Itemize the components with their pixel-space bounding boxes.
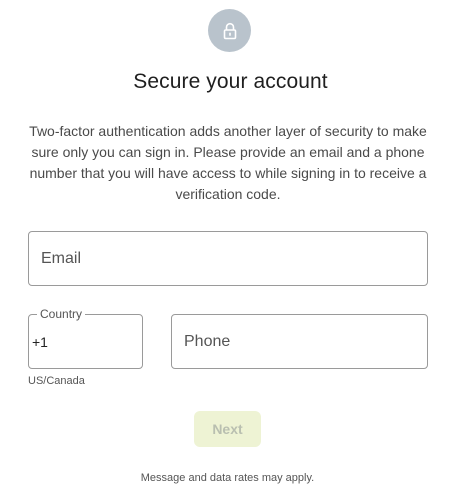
country-select[interactable]: Country +1 <box>28 306 143 369</box>
next-button[interactable]: Next <box>194 411 261 447</box>
lock-badge <box>208 9 251 52</box>
description-text: Two-factor authentication adds another l… <box>29 123 427 202</box>
page-title: Secure your account <box>133 70 328 93</box>
phone-field-wrapper <box>171 314 428 369</box>
lock-icon <box>223 22 236 39</box>
country-hint: US/Canada <box>28 375 85 387</box>
email-field-wrapper <box>28 231 428 286</box>
country-label: Country <box>37 306 86 322</box>
country-code-value: +1 <box>32 334 48 350</box>
phone-input[interactable] <box>172 315 427 368</box>
secure-account-page: Secure your account Two-factor authentic… <box>0 0 461 497</box>
email-input[interactable] <box>29 232 427 285</box>
rates-disclaimer: Message and data rates may apply. <box>140 472 315 484</box>
